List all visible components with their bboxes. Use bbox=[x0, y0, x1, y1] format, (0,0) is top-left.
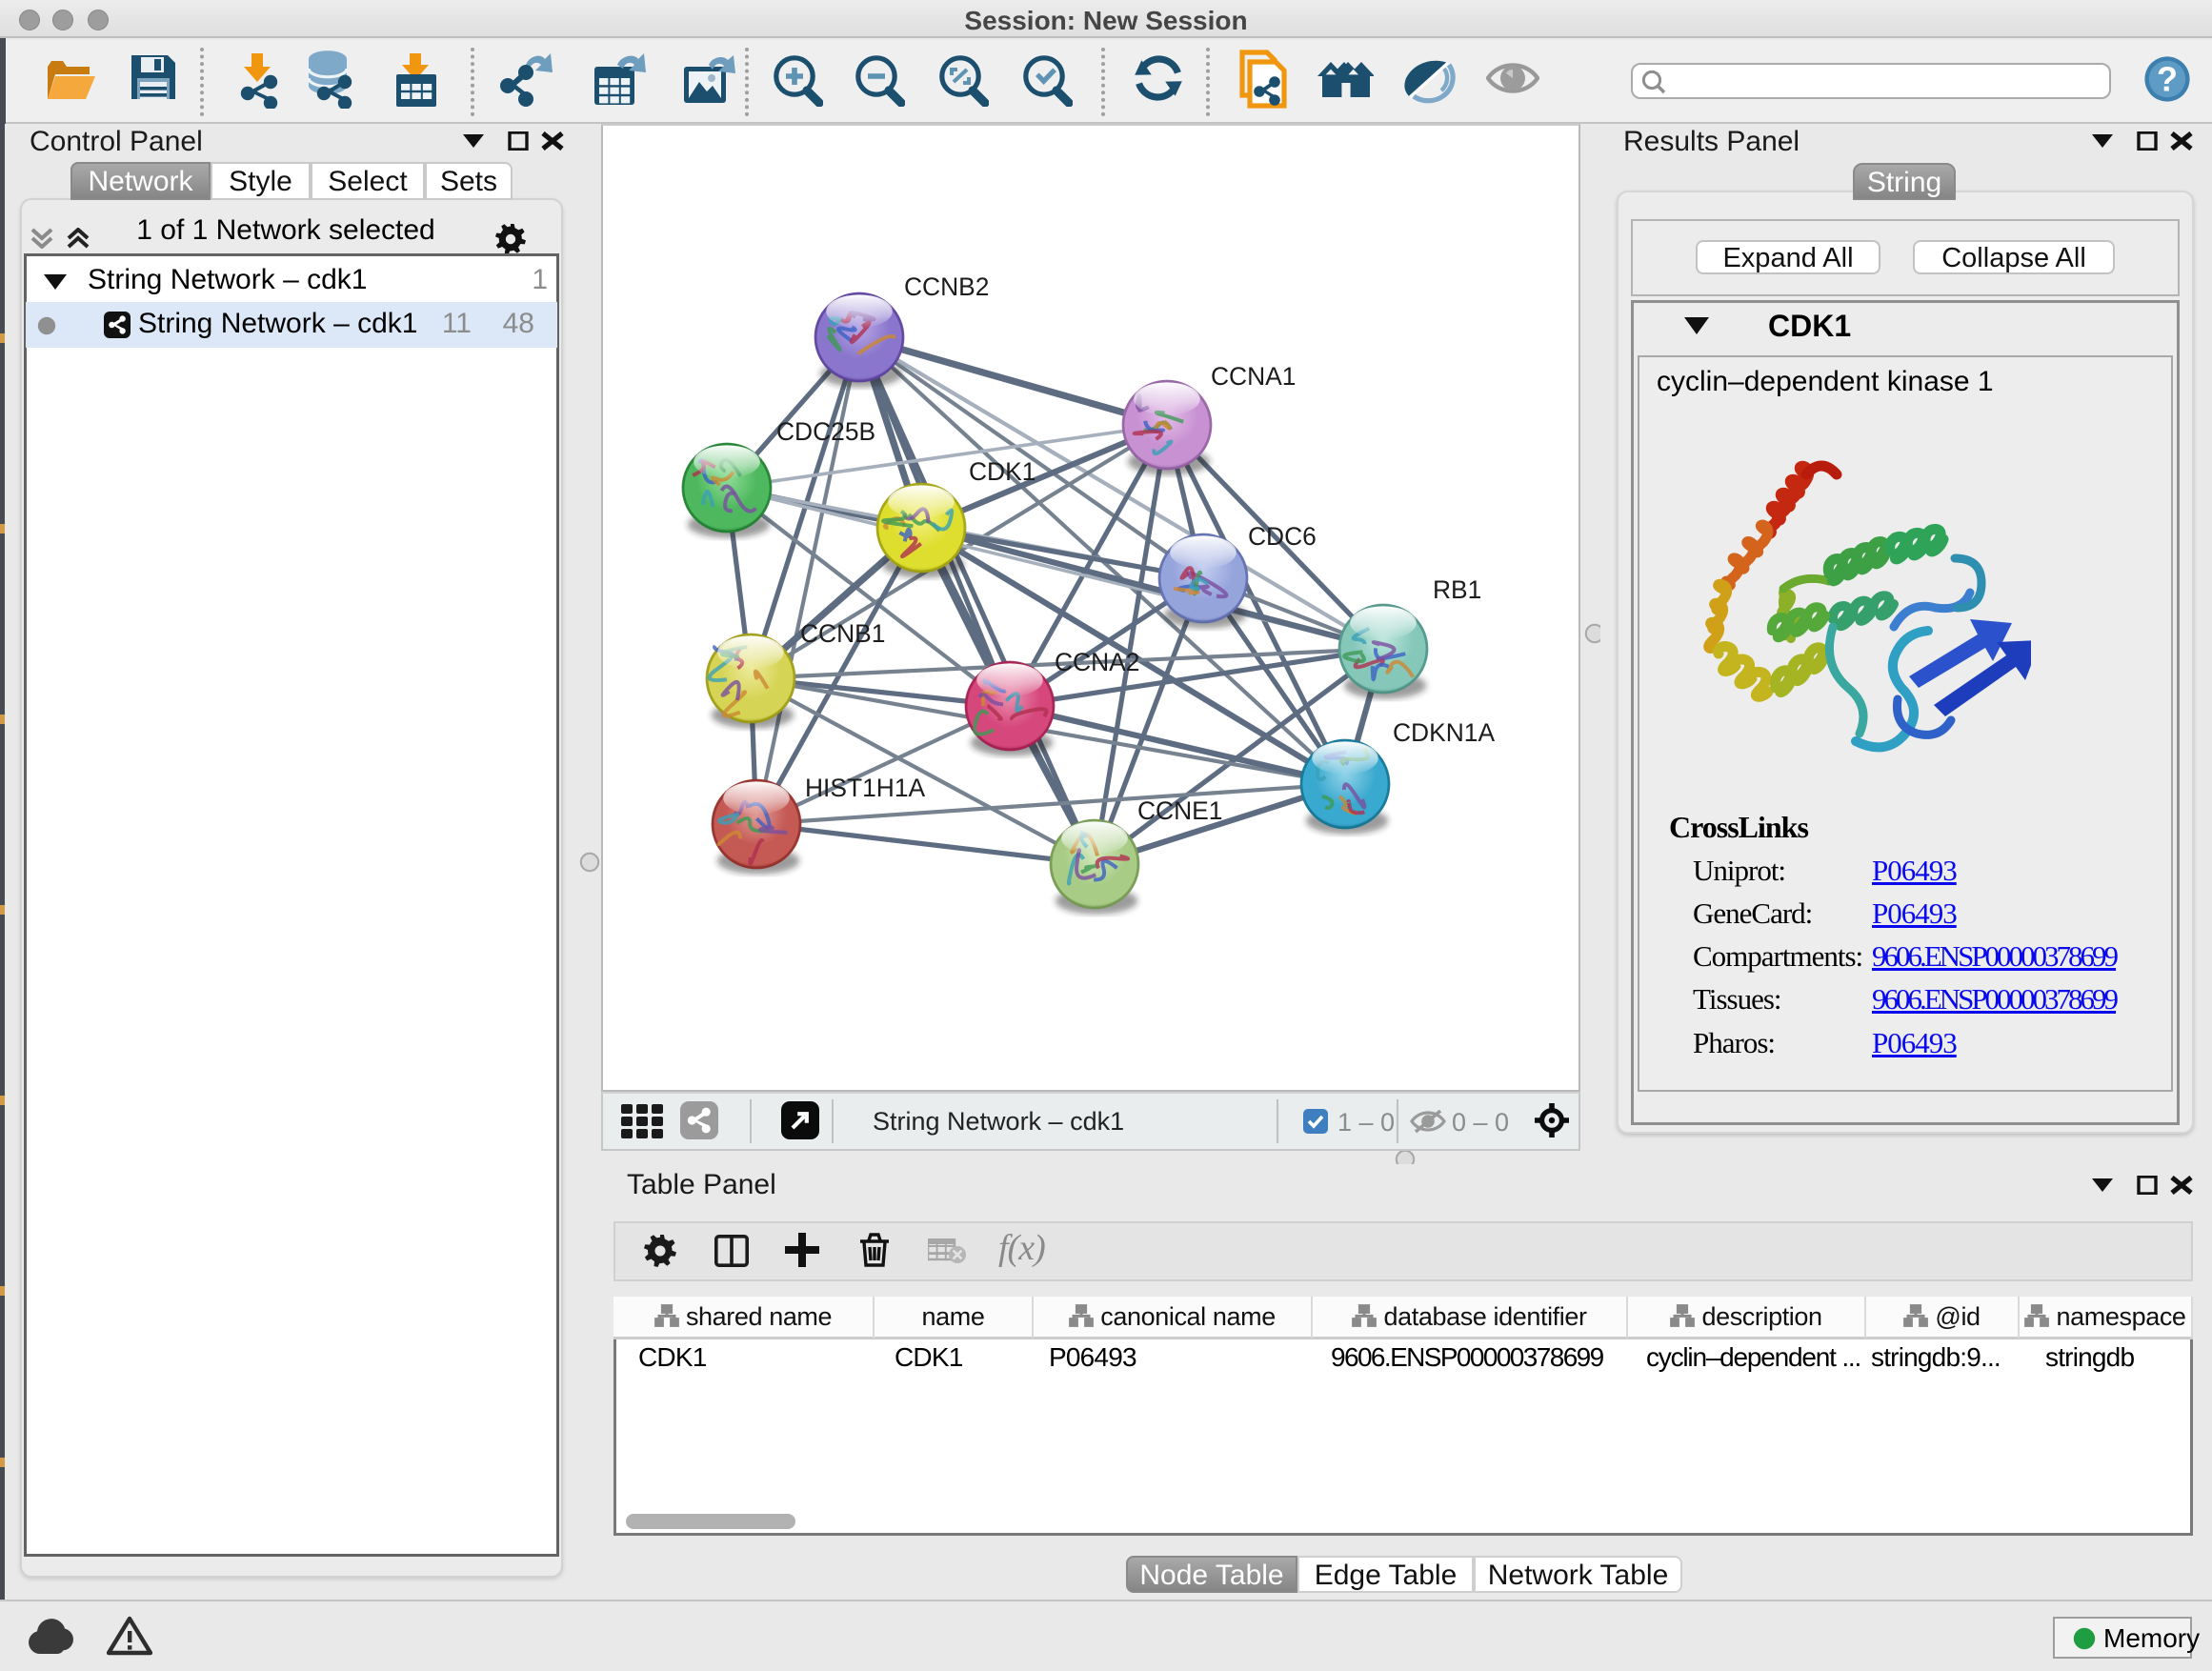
svg-text:CDC6: CDC6 bbox=[1248, 522, 1317, 551]
svg-text:CDC25B: CDC25B bbox=[776, 417, 875, 446]
svg-text:CCNB1: CCNB1 bbox=[800, 619, 885, 648]
svg-text:CCNB2: CCNB2 bbox=[904, 272, 989, 301]
svg-text:CCNA1: CCNA1 bbox=[1211, 362, 1296, 391]
svg-text:CCNA2: CCNA2 bbox=[1055, 648, 1139, 676]
svg-text:RB1: RB1 bbox=[1433, 575, 1481, 604]
svg-text:CDK1: CDK1 bbox=[969, 457, 1036, 486]
svg-text:HIST1H1A: HIST1H1A bbox=[805, 774, 926, 802]
svg-text:?: ? bbox=[2157, 60, 2178, 99]
svg-text:CCNE1: CCNE1 bbox=[1137, 796, 1222, 825]
svg-text:CDKN1A: CDKN1A bbox=[1393, 718, 1495, 747]
